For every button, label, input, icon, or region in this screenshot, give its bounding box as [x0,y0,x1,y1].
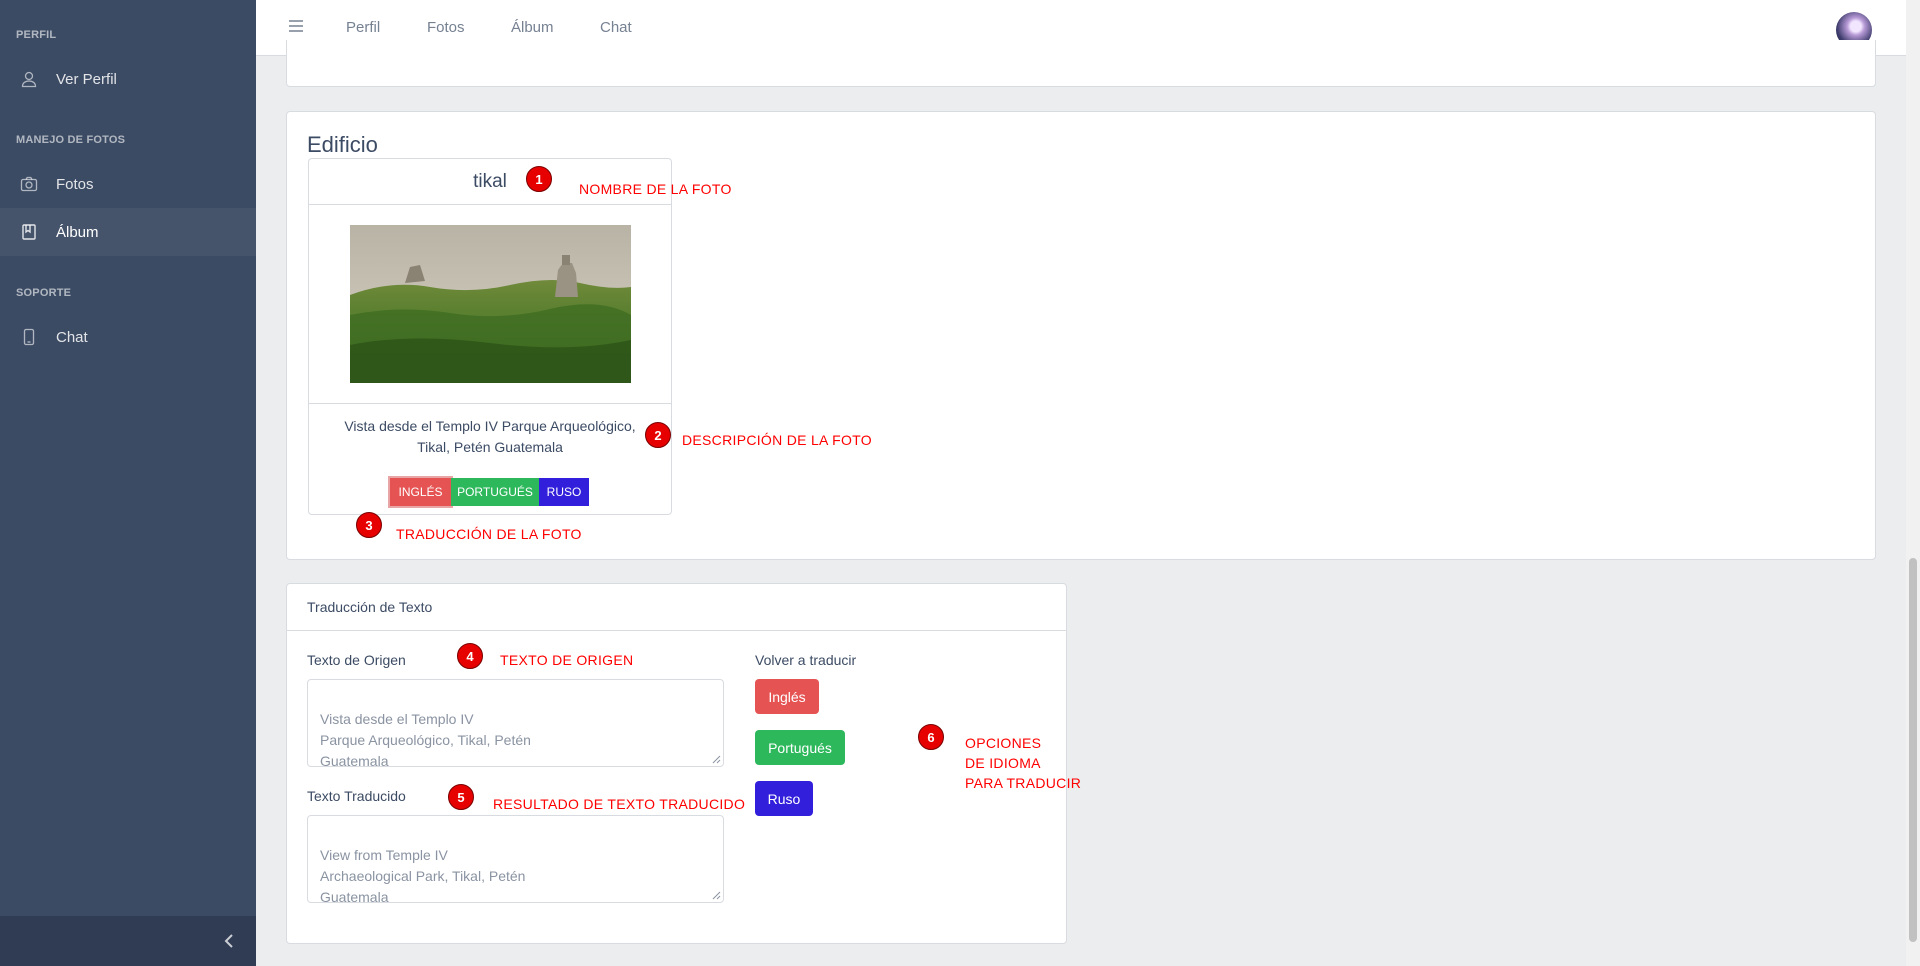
page-scrollbar[interactable] [1906,0,1920,966]
previous-card [286,40,1876,87]
hamburger-menu-icon[interactable] [288,18,304,34]
user-icon [20,70,38,88]
source-textarea[interactable]: Vista desde el Templo IV Parque Arqueoló… [307,679,724,769]
translate-ingles-button[interactable]: Inglés [755,679,819,714]
photo-image [350,225,631,383]
annotation-note-5: RESULTADO DE TEXTO TRADUCIDO [493,796,746,812]
annotation-note-6: OPCIONES DE IDIOMA PARA TRADUCIR [965,735,1082,791]
source-text: Vista desde el Templo IV Parque Arqueoló… [320,711,531,769]
resize-grip-icon[interactable] [712,755,721,764]
annotation-note-3: TRADUCCIÓN DE LA FOTO [396,526,582,542]
album-card: Edificio tikal Vista desde el Templo IV … [286,111,1876,560]
sidebar-section-soporte: SOPORTE [16,287,72,299]
sidebar-item-chat[interactable]: Chat [0,313,256,361]
resize-grip-icon[interactable] [712,891,721,900]
annotation-badge-3: 3 [356,512,382,538]
phone-icon [20,328,38,346]
translated-text: View from Temple IV Archaeological Park,… [320,847,526,905]
sidebar: PERFIL Ver Perfil MANEJO DE FOTOS Fotos … [0,0,256,966]
annotation-badge-4: 4 [457,643,483,669]
source-text-label: Texto de Origen [307,652,406,668]
scrollbar-thumb[interactable] [1909,558,1917,942]
album-title: Edificio [307,132,378,157]
translation-card: Traducción de Texto Texto de Origen Vist… [286,583,1067,944]
nav-link-fotos[interactable]: Fotos [427,19,465,36]
book-icon [20,223,38,241]
annotation-note-1: NOMBRE DE LA FOTO [579,181,732,197]
sidebar-item-label: Ver Perfil [56,70,117,88]
annotation-note-2: DESCRIPCIÓN DE LA FOTO [682,432,872,448]
annotation-badge-5: 5 [448,784,474,810]
translation-card-title: Traducción de Texto [287,584,1066,631]
annotation-badge-6: 6 [918,724,944,750]
sidebar-item-label: Chat [56,328,88,346]
translate-portugues-button[interactable]: Portugués [755,730,845,765]
sidebar-item-ver-perfil[interactable]: Ver Perfil [0,55,256,103]
translate-ruso-button[interactable]: Ruso [755,781,813,816]
annotation-note-4: TEXTO DE ORIGEN [500,652,634,668]
photo-card: tikal Vista desde el Templo IV Parque Ar… [308,158,672,515]
photo-divider [309,403,671,404]
retranslate-label: Volver a traducir [755,652,857,668]
nav-link-perfil[interactable]: Perfil [346,19,380,36]
photo-description: Vista desde el Templo IV Parque Arqueoló… [344,418,636,455]
annotation-badge-1: 1 [526,166,552,192]
sidebar-section-manejo-de-fotos: MANEJO DE FOTOS [16,134,126,146]
annotation-badge-2: 2 [645,422,671,448]
camera-icon [20,175,38,193]
nav-link-album[interactable]: Álbum [511,19,554,36]
sidebar-section-perfil: PERFIL [16,29,57,41]
chevron-left-icon[interactable] [220,931,238,951]
sidebar-item-fotos[interactable]: Fotos [0,160,256,208]
sidebar-item-label: Fotos [56,175,94,193]
ruso-button[interactable]: RUSO [539,478,589,506]
ingles-button[interactable]: INGLÉS [388,476,453,508]
portugues-button[interactable]: PORTUGUÉS [451,478,539,506]
sidebar-item-label: Álbum [56,223,99,241]
sidebar-item-album[interactable]: Álbum [0,208,256,256]
translated-text-label: Texto Traducido [307,788,406,804]
translated-textarea[interactable]: View from Temple IV Archaeological Park,… [307,815,724,905]
nav-link-chat[interactable]: Chat [600,19,632,36]
sidebar-minimizer[interactable] [0,916,256,966]
